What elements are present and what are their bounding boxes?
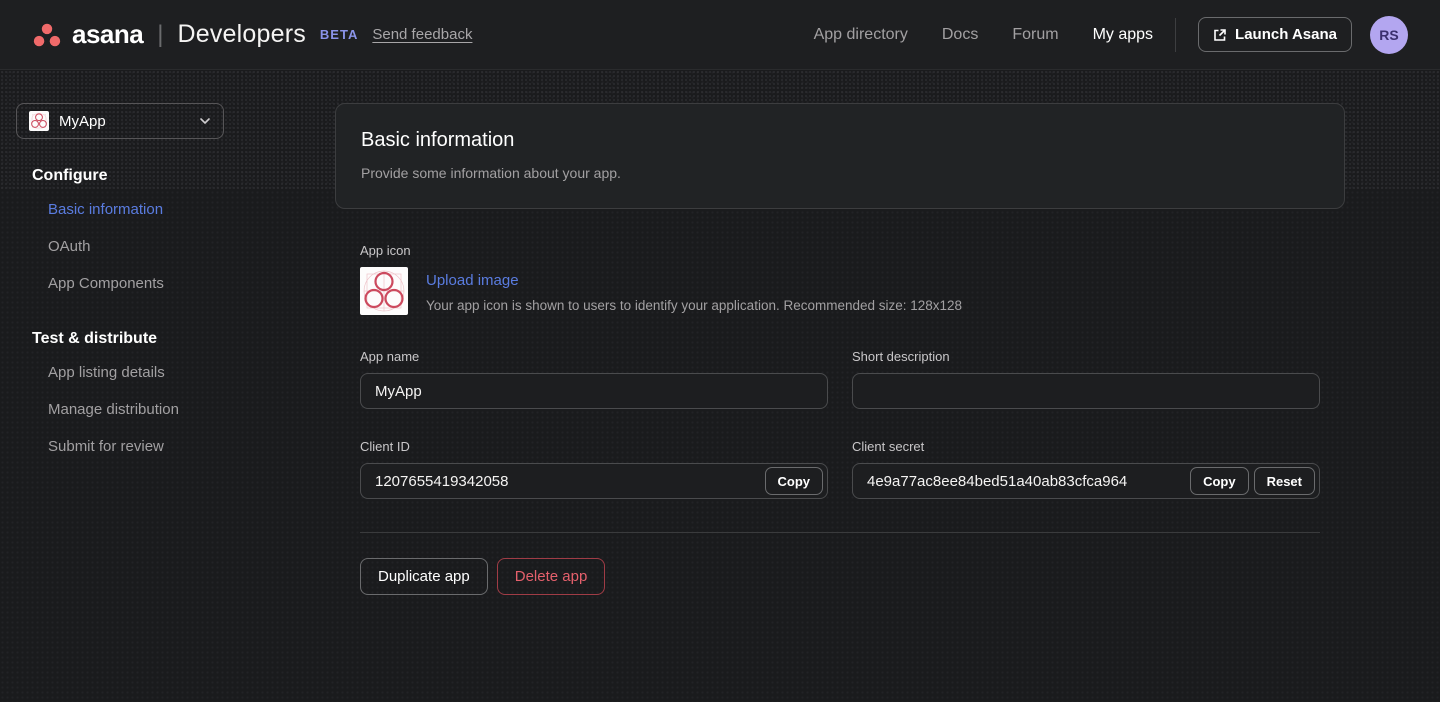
app-name-input[interactable] [360, 373, 828, 409]
client-id-buttons: Copy [765, 467, 824, 495]
logo-developers-label: Developers [177, 20, 305, 49]
nav-forum[interactable]: Forum [1012, 26, 1058, 44]
delete-app-button[interactable]: Delete app [497, 558, 606, 595]
app-name-label: App name [360, 349, 828, 364]
short-description-label: Short description [852, 349, 1320, 364]
section-heading-configure: Configure [16, 167, 224, 185]
nav-app-directory[interactable]: App directory [814, 26, 908, 44]
send-feedback-link[interactable]: Send feedback [372, 26, 472, 43]
sidebar-section-configure: Configure Basic information OAuth App Co… [16, 167, 224, 302]
basic-information-card: Basic information Provide some informati… [335, 103, 1345, 209]
launch-asana-button[interactable]: Launch Asana [1198, 17, 1352, 52]
client-id-copy-button[interactable]: Copy [765, 467, 824, 495]
app-actions-row: Duplicate app Delete app [360, 558, 1320, 595]
app-icon-preview[interactable] [360, 267, 408, 315]
short-description-field-group: Short description [852, 349, 1320, 409]
client-secret-copy-button[interactable]: Copy [1190, 467, 1249, 495]
sidebar-item-app-listing-details[interactable]: App listing details [16, 354, 224, 391]
sidebar-item-submit-for-review[interactable]: Submit for review [16, 428, 224, 465]
client-secret-field-group: Client secret Copy Reset [852, 439, 1320, 499]
short-description-input[interactable] [852, 373, 1320, 409]
app-icon-info: Upload image Your app icon is shown to u… [426, 267, 962, 313]
sidebar-section-test-distribute: Test & distribute App listing details Ma… [16, 330, 224, 465]
top-header: asana | Developers BETA Send feedback Ap… [0, 0, 1440, 70]
sidebar: MyApp Configure Basic information OAuth … [0, 70, 240, 702]
sidebar-item-basic-information[interactable]: Basic information [16, 191, 224, 228]
nav-my-apps[interactable]: My apps [1093, 26, 1153, 44]
app-icon-section: App icon Upload image Your app icon is s… [360, 243, 1320, 315]
external-link-icon [1213, 28, 1227, 42]
client-secret-label: Client secret [852, 439, 1320, 454]
client-id-field-group: Client ID Copy [360, 439, 828, 499]
user-avatar[interactable]: RS [1370, 16, 1408, 54]
upload-image-link[interactable]: Upload image [426, 272, 519, 289]
app-selector-dropdown[interactable]: MyApp [16, 103, 224, 139]
app-icon-row: Upload image Your app icon is shown to u… [360, 267, 1320, 315]
app-icon-label: App icon [360, 243, 1320, 258]
beta-badge: BETA [320, 27, 358, 42]
nav-separator [1175, 18, 1176, 52]
client-id-input[interactable] [360, 463, 828, 499]
logo-wordmark: asana [72, 19, 143, 50]
app-name-field-group: App name [360, 349, 828, 409]
app-selector-label: MyApp [59, 113, 189, 130]
sidebar-item-app-components[interactable]: App Components [16, 265, 224, 302]
header-nav: App directory Docs Forum My apps [814, 26, 1153, 44]
chevron-down-icon [199, 115, 211, 127]
app-icon-description: Your app icon is shown to users to ident… [426, 298, 962, 313]
client-secret-buttons: Copy Reset [1190, 467, 1315, 495]
section-divider [360, 532, 1320, 533]
nav-docs[interactable]: Docs [942, 26, 978, 44]
launch-asana-label: Launch Asana [1235, 26, 1337, 43]
asana-developers-logo[interactable]: asana | Developers [32, 19, 306, 50]
page-title: Basic information [361, 129, 1319, 152]
client-id-label: Client ID [360, 439, 828, 454]
form-grid: App name Short description Client ID Cop… [360, 349, 1320, 499]
page-body: MyApp Configure Basic information OAuth … [0, 70, 1440, 702]
sidebar-item-oauth[interactable]: OAuth [16, 228, 224, 265]
logo-divider: | [157, 21, 163, 49]
asana-logo-icon [32, 21, 62, 49]
main-content: Basic information Provide some informati… [240, 70, 1440, 702]
sidebar-item-manage-distribution[interactable]: Manage distribution [16, 391, 224, 428]
section-heading-test-distribute: Test & distribute [16, 330, 224, 348]
app-icon-mini [29, 111, 49, 131]
page-subtitle: Provide some information about your app. [361, 165, 1319, 181]
duplicate-app-button[interactable]: Duplicate app [360, 558, 488, 595]
client-secret-reset-button[interactable]: Reset [1254, 467, 1315, 495]
